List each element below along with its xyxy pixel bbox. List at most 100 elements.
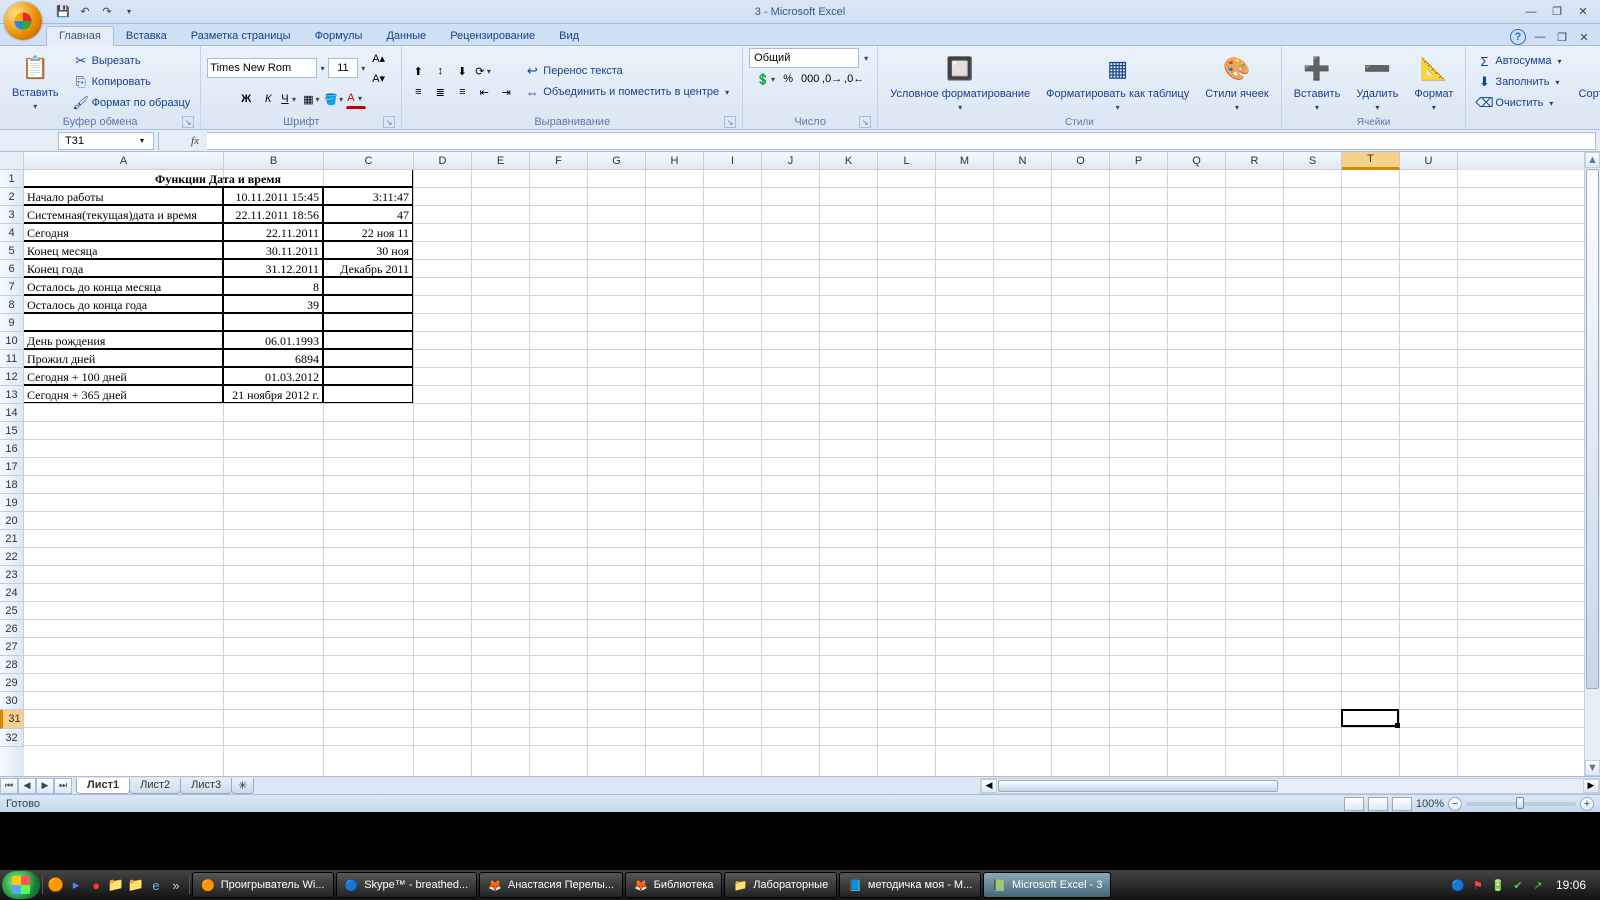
grow-font-button[interactable]: A▴ [369,48,389,68]
cells-area[interactable]: Функции Дата и времяНачало работы10.11.2… [24,170,1584,776]
tab-home[interactable]: Главная [46,26,114,46]
cell[interactable]: 6894 [223,349,323,367]
percent-button[interactable]: % [778,69,798,89]
column-header[interactable]: K [820,152,878,170]
thousands-button[interactable]: 000 [800,69,820,89]
cell[interactable]: 39 [223,295,323,313]
sheet-tab-3[interactable]: Лист3 [180,778,232,794]
chevron-down-icon[interactable]: ▾ [861,54,871,63]
hscroll-thumb[interactable] [998,780,1278,792]
tray-icon[interactable]: ↗ [1530,877,1546,893]
cell[interactable]: Конец года [24,259,223,277]
scroll-right-button[interactable]: ▶ [1583,779,1599,793]
row-header[interactable]: 5 [0,242,24,260]
column-header[interactable]: D [414,152,472,170]
align-top-button[interactable]: ⬆ [408,61,428,81]
column-header[interactable]: R [1226,152,1284,170]
cell[interactable]: 21 ноября 2012 г. [223,385,323,403]
cell[interactable]: 3:11:47 [323,187,413,205]
cell[interactable]: 22 ноя 11 [323,223,413,241]
column-header[interactable]: I [704,152,762,170]
vertical-scrollbar[interactable]: ▲ ▼ [1584,152,1600,776]
help-icon[interactable]: ? [1510,29,1526,45]
cell[interactable]: 47 [323,205,413,223]
sort-filter-button[interactable]: ⇅Сортировка и фильтр▾ [1573,50,1600,114]
cell[interactable]: Осталось до конца месяца [24,277,223,295]
indent-inc-button[interactable]: ⇥ [496,82,516,102]
clear-button[interactable]: ⌫Очистить▾ [1472,93,1568,113]
view-normal-button[interactable] [1344,797,1364,811]
tray-icon[interactable]: ⚑ [1470,877,1486,893]
new-sheet-button[interactable]: ✳ [231,778,254,794]
tray-icon[interactable]: 🔋 [1490,877,1506,893]
inc-decimal-button[interactable]: ,0→ [822,69,842,89]
autosum-button[interactable]: ΣАвтосумма▾ [1472,51,1568,71]
italic-button[interactable]: К [258,89,278,109]
underline-button[interactable]: Ч▾ [280,89,300,109]
taskbar-item[interactable]: 🟠Проигрыватель Wi... [192,872,334,898]
tray-icon[interactable]: 🔵 [1450,877,1466,893]
column-header[interactable]: G [588,152,646,170]
column-header[interactable]: J [762,152,820,170]
cell[interactable]: Системная(текущая)дата и время [24,205,223,223]
insert-cells-button[interactable]: ➕Вставить▾ [1288,50,1347,114]
orientation-button[interactable]: ⟳▾ [474,61,494,81]
column-headers[interactable]: ABCDEFGHIJKLMNOPQRSTU [24,152,1584,170]
redo-icon[interactable]: ↷ [98,3,116,21]
cell[interactable]: 22.11.2011 [223,223,323,241]
cell[interactable]: День рождения [24,331,223,349]
system-tray[interactable]: 🔵 ⚑ 🔋 ✔ ↗ 19:06 [1450,877,1598,893]
number-format-select[interactable] [749,48,859,68]
row-header[interactable]: 2 [0,188,24,206]
taskbar-item[interactable]: 📁Лабораторные [724,872,837,898]
borders-button[interactable]: ▦▾ [302,89,322,109]
row-header[interactable]: 32 [0,729,24,747]
wrap-text-button[interactable]: ↩Перенос текста [520,61,736,81]
row-header[interactable]: 4 [0,224,24,242]
dialog-launcher-icon[interactable]: ↘ [182,116,194,128]
cell[interactable]: Сегодня + 365 дней [24,385,223,403]
scroll-thumb[interactable] [1586,169,1599,689]
row-header[interactable]: 10 [0,332,24,350]
qat-customize-icon[interactable]: ▾ [120,3,138,21]
column-header[interactable]: C [324,152,414,170]
column-header[interactable]: T [1342,152,1400,170]
row-header[interactable]: 8 [0,296,24,314]
horizontal-scrollbar[interactable]: ◀ ▶ [980,778,1600,794]
row-header[interactable]: 11 [0,350,24,368]
cell[interactable]: 22.11.2011 18:56 [223,205,323,223]
column-header[interactable]: N [994,152,1052,170]
conditional-format-button[interactable]: 🔲Условное форматирование▾ [884,50,1036,114]
dec-decimal-button[interactable]: ,0← [844,69,864,89]
tab-first-button[interactable]: ⏮ [0,778,18,794]
taskbar-item[interactable]: 📘методичка моя - M... [839,872,981,898]
cell-styles-button[interactable]: 🎨Стили ячеек▾ [1199,50,1274,114]
ql-icon[interactable]: 📁 [107,876,125,894]
merge-center-button[interactable]: ⇔Объединить и поместить в центре▾ [520,82,736,102]
copy-button[interactable]: ⎘Копировать [69,72,195,92]
ql-icon[interactable]: 🟠 [47,876,65,894]
font-size-input[interactable] [328,58,358,78]
cell[interactable]: 06.01.1993 [223,331,323,349]
align-right-button[interactable]: ≡ [452,82,472,102]
taskbar-item[interactable]: 🦊Библиотека [625,872,723,898]
row-header[interactable]: 21 [0,530,24,548]
cell[interactable]: Начало работы [24,187,223,205]
cell[interactable] [323,295,413,313]
row-header[interactable]: 22 [0,548,24,566]
column-header[interactable]: H [646,152,704,170]
fill-color-button[interactable]: 🪣▾ [324,89,344,109]
format-as-table-button[interactable]: ▦Форматировать как таблицу▾ [1040,50,1195,114]
dialog-launcher-icon[interactable]: ↘ [859,116,871,128]
row-header[interactable]: 28 [0,656,24,674]
cell[interactable]: 30.11.2011 [223,241,323,259]
cell[interactable]: Сегодня + 100 дней [24,367,223,385]
spreadsheet[interactable]: ABCDEFGHIJKLMNOPQRSTU 123456789101112131… [0,152,1600,776]
zoom-in-button[interactable]: + [1580,797,1594,811]
row-header[interactable]: 9 [0,314,24,332]
currency-button[interactable]: 💲▾ [756,69,776,89]
row-header[interactable]: 18 [0,476,24,494]
start-button[interactable] [2,871,40,899]
taskbar-item[interactable]: 📗Microsoft Excel - 3 [983,872,1111,898]
name-box[interactable]: T31▾ [58,132,154,150]
